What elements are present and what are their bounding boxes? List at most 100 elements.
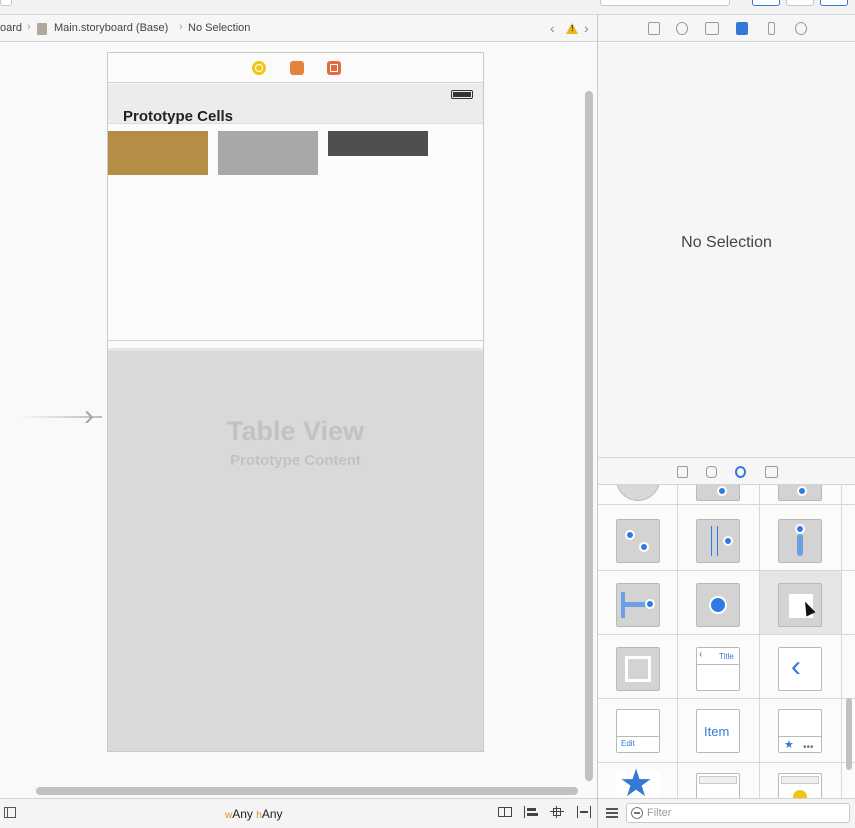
table-view-title: Table View (226, 416, 365, 446)
library-item-search-bar[interactable] (678, 763, 760, 798)
library-item-tab-bar[interactable]: ★ ••• (760, 699, 842, 762)
library-item-toolbar[interactable]: Edit (598, 699, 678, 762)
resolve-auto-layout-icon[interactable] (577, 806, 591, 818)
prototype-cells-title: Prototype Cells (123, 108, 234, 125)
library-tab-bar (598, 457, 855, 485)
vertical-scrollbar[interactable] (585, 91, 593, 781)
breadcrumb-storyboard[interactable]: Main.storyboard (Base) (54, 22, 168, 34)
align-icon[interactable] (524, 806, 538, 818)
exit-icon[interactable] (327, 61, 341, 75)
filter-input[interactable] (647, 805, 842, 821)
gesture-icon (616, 485, 660, 501)
storyboard-file-icon (37, 23, 47, 35)
library-item-screen-edge-pan[interactable] (598, 571, 678, 634)
breadcrumb-separator: › (179, 21, 183, 33)
breadcrumb-folder[interactable]: oard (0, 22, 22, 34)
embed-in-stack-icon[interactable] (498, 806, 512, 818)
assistant-editor-button[interactable] (786, 0, 814, 6)
bar-button-item-text: Item (704, 724, 730, 739)
library-row (598, 485, 855, 505)
warning-mark: ! (571, 24, 574, 33)
size-class-w-value: Any (232, 807, 253, 821)
library-item-view[interactable] (598, 635, 678, 698)
table-view-controller-scene[interactable]: Prototype Cells Table View Prototype Con… (107, 52, 484, 752)
chevron-left-icon[interactable]: ‹ (550, 20, 555, 36)
prototype-cell-dark[interactable] (328, 131, 428, 156)
library-row: ★ (598, 763, 855, 798)
file-inspector-icon[interactable] (648, 22, 660, 35)
table-view[interactable]: Table View Prototype Content (108, 348, 483, 751)
divider (108, 340, 483, 341)
object-library-grid: ‹ Title ‹ Edit Item ★ ••• ★ (598, 485, 855, 798)
screen-edge-pan-icon (616, 583, 660, 627)
inspector-panel: No Selection (598, 43, 855, 457)
document-outline-toggle-icon[interactable] (4, 807, 16, 818)
prototype-cell-gold[interactable] (108, 131, 208, 175)
toolbar-object-icon: Edit (616, 709, 660, 753)
pin-icon[interactable] (550, 806, 564, 818)
search-display-icon (778, 773, 822, 798)
more-icon: ••• (803, 742, 814, 753)
navigation-item-icon: ‹ (778, 647, 822, 691)
navigation-bar-icon: ‹ Title (696, 647, 740, 691)
gesture-icon (778, 485, 822, 501)
battery-icon (451, 90, 473, 99)
horizontal-scrollbar[interactable] (36, 787, 578, 795)
object-library-icon[interactable] (735, 466, 746, 478)
library-item-search-display[interactable] (760, 763, 842, 798)
xcode-window: oard › Main.storyboard (Base) › No Selec… (0, 0, 855, 828)
chevron-left-icon: ‹ (699, 649, 703, 660)
library-item[interactable] (598, 485, 678, 504)
navigation-title-text: Title (719, 652, 734, 661)
library-item[interactable] (678, 485, 760, 504)
standard-editor-button[interactable] (752, 0, 780, 6)
library-item-bar-button-item[interactable]: Item (678, 699, 760, 762)
long-press-gesture-icon (696, 583, 740, 627)
identity-inspector-icon[interactable] (705, 22, 719, 35)
jump-bar: oard › Main.storyboard (Base) › No Selec… (0, 14, 597, 42)
library-row (598, 505, 855, 571)
code-snippet-icon[interactable] (706, 466, 717, 478)
list-grid-toggle-icon[interactable] (606, 808, 618, 818)
pan-gesture-icon (778, 519, 822, 563)
quick-help-icon[interactable] (676, 22, 688, 35)
library-item[interactable] (760, 485, 842, 504)
gesture-icon (696, 485, 740, 501)
toolbar-control[interactable] (0, 0, 12, 6)
file-template-icon[interactable] (677, 466, 688, 478)
size-inspector-icon[interactable] (768, 22, 775, 35)
library-item-tab-bar-item[interactable]: ★ (598, 763, 678, 798)
canvas-bottom-bar: wAny hAny (0, 798, 597, 828)
library-item-long-press[interactable] (678, 571, 760, 634)
library-item-pan[interactable] (760, 505, 842, 570)
library-item-swipe[interactable] (678, 505, 760, 570)
attributes-inspector-icon[interactable] (736, 22, 748, 35)
library-row: ‹ Title ‹ (598, 635, 855, 699)
inspector-tab-bar (598, 14, 855, 42)
toolbar-segmented-control[interactable] (600, 0, 730, 6)
breadcrumb-separator: › (27, 21, 31, 33)
prototype-cell-gray[interactable] (218, 131, 318, 175)
chevron-right-icon[interactable]: › (584, 20, 589, 36)
library-item-rotation[interactable] (598, 505, 678, 570)
arrow-head-icon: › (84, 399, 94, 432)
breadcrumb-selection[interactable]: No Selection (188, 22, 250, 34)
library-filter-field[interactable] (626, 803, 850, 823)
view-controller-icon[interactable] (252, 61, 266, 75)
toolbar-strip (0, 0, 855, 14)
library-item-navigation-bar[interactable]: ‹ Title (678, 635, 760, 698)
library-filter-bar (598, 798, 855, 828)
library-item-navigation-item[interactable]: ‹ (760, 635, 842, 698)
library-scrollbar[interactable] (846, 698, 852, 770)
first-responder-icon[interactable] (290, 61, 304, 75)
utilities-toggle-button[interactable] (820, 0, 848, 6)
rotation-gesture-icon (616, 519, 660, 563)
size-class-selector[interactable]: wAny hAny (225, 807, 283, 821)
star-icon: ★ (619, 763, 654, 798)
size-class-h-value: Any (261, 807, 283, 821)
scene-dock (108, 53, 483, 83)
storyboard-canvas[interactable]: › Prototype Cells Table View Prototype C… (0, 43, 597, 798)
connections-inspector-icon[interactable] (795, 22, 807, 35)
media-library-icon[interactable] (765, 466, 778, 478)
filter-icon[interactable] (631, 807, 643, 819)
